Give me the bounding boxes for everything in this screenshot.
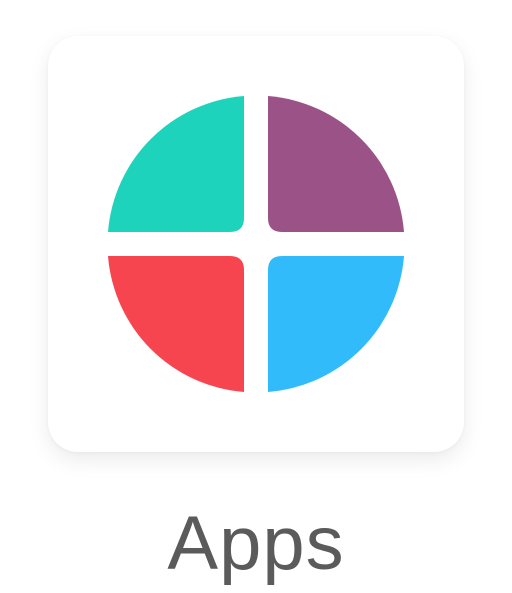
app-name-label: Apps	[167, 501, 345, 586]
apps-icon-quadrant-bottom-right	[268, 256, 404, 392]
apps-icon	[108, 96, 404, 392]
apps-icon-quadrant-bottom-left	[108, 256, 244, 392]
apps-icon-quadrant-top-left	[108, 96, 244, 232]
apps-launcher-button[interactable]	[48, 36, 464, 452]
apps-icon-quadrant-top-right	[268, 96, 404, 232]
